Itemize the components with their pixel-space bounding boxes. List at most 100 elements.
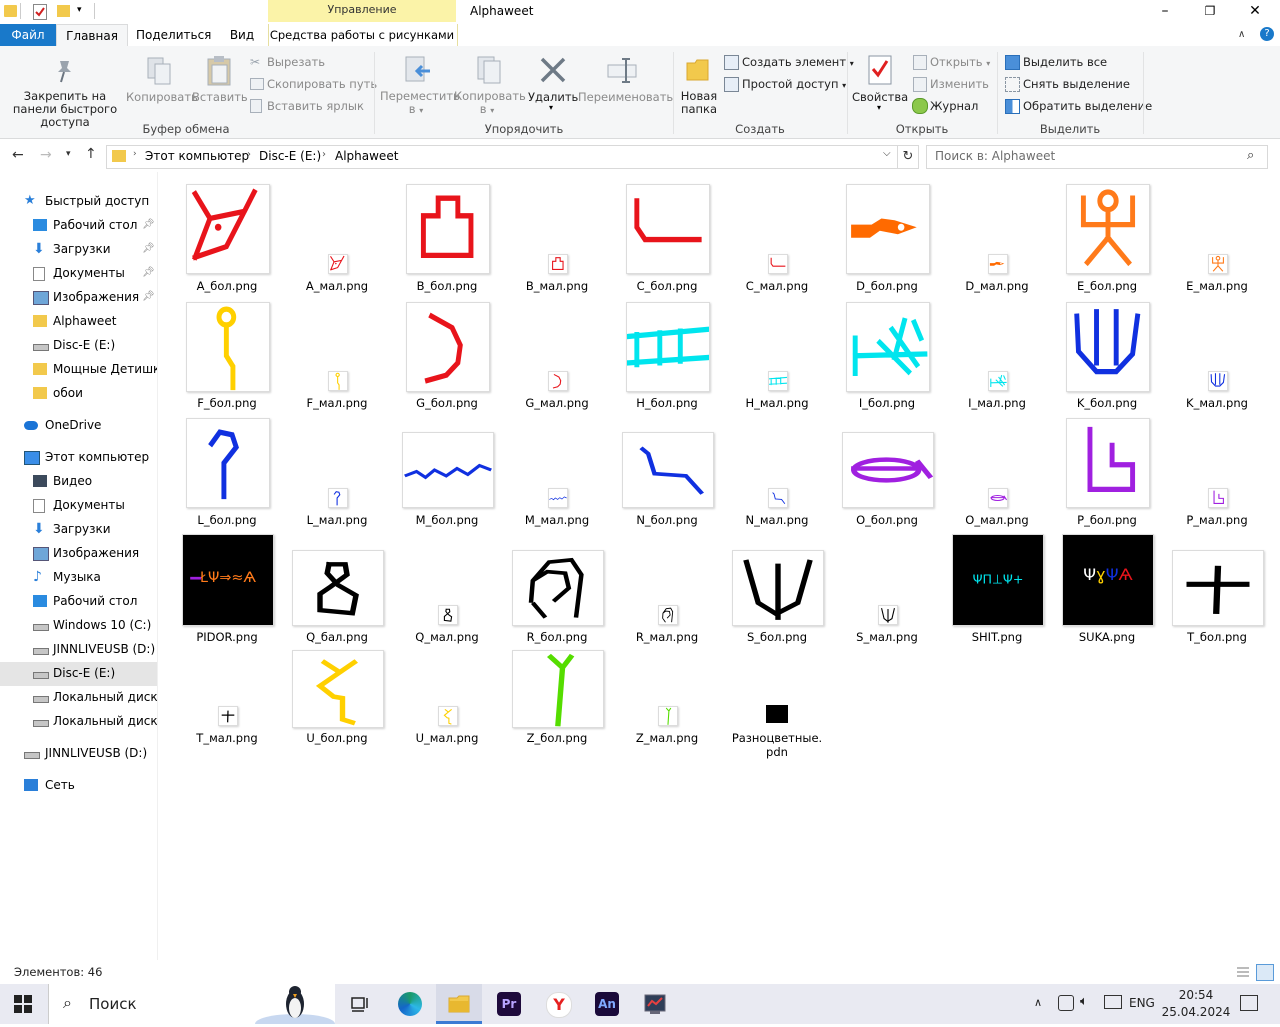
file-thumbnail[interactable] <box>548 488 568 508</box>
file-name[interactable]: H_бол.png <box>612 396 722 410</box>
file-thumbnail[interactable]: ΨɣΨѦ <box>1062 534 1154 626</box>
delete-button[interactable]: Удалить <box>528 90 578 104</box>
meet-now-icon[interactable] <box>1058 995 1074 1011</box>
tab-share[interactable]: Поделиться <box>136 24 211 46</box>
file-explorer-icon[interactable] <box>447 992 471 1016</box>
nav-item[interactable]: Windows 10 (C:) <box>0 614 157 636</box>
copy-button[interactable]: Копировать <box>126 90 198 104</box>
task-view-icon[interactable] <box>348 992 372 1016</box>
network-status-icon[interactable] <box>1104 995 1122 1009</box>
forward-arrow-icon[interactable]: → <box>40 147 52 163</box>
file-thumbnail[interactable] <box>658 605 678 625</box>
yandex-icon[interactable]: Y <box>546 992 572 1018</box>
maximize-button[interactable]: ❐ <box>1187 0 1233 24</box>
nav-item[interactable]: Рабочий стол 📌︎ <box>0 214 157 236</box>
help-icon[interactable]: ? <box>1260 27 1274 41</box>
nav-item[interactable]: Изображения 📌︎ <box>0 286 157 308</box>
file-name[interactable]: P_мал.png <box>1162 513 1272 527</box>
premiere-icon[interactable]: Pr <box>497 992 521 1016</box>
tab-file[interactable]: Файл <box>0 24 56 46</box>
nav-pane-divider[interactable] <box>157 172 158 960</box>
file-name[interactable]: Z_мал.png <box>612 731 722 745</box>
nav-item[interactable]: Disc-E (E:) <box>0 334 157 356</box>
file-name[interactable]: Z_бол.png <box>502 731 612 745</box>
file-thumbnail[interactable] <box>1208 254 1228 274</box>
refresh-icon[interactable]: ↻ <box>897 145 919 169</box>
file-name[interactable]: U_бол.png <box>282 731 392 745</box>
file-name[interactable]: N_бол.png <box>612 513 722 527</box>
file-name[interactable]: C_мал.png <box>722 279 832 293</box>
file-thumbnail[interactable] <box>768 488 788 508</box>
rename-button[interactable]: Переименовать <box>578 90 673 104</box>
file-name[interactable]: K_мал.png <box>1162 396 1272 410</box>
nav-item[interactable]: Локальный диск (I: <box>0 710 157 732</box>
language-indicator[interactable]: ENG <box>1129 996 1155 1010</box>
file-thumbnail[interactable] <box>512 650 604 728</box>
file-name[interactable]: C_бол.png <box>612 279 722 293</box>
file-thumbnail[interactable] <box>438 706 458 726</box>
nav-item[interactable]: JINNLIVEUSB (D:) <box>0 638 157 660</box>
qat-dropdown-icon[interactable]: ▾ <box>77 5 82 15</box>
nav-item[interactable]: Рабочий стол <box>0 590 157 612</box>
file-name[interactable]: SHIT.png <box>942 630 1052 644</box>
nav-item[interactable]: Документы 📌︎ <box>0 262 157 284</box>
file-name[interactable]: N_мал.png <box>722 513 832 527</box>
file-name[interactable]: P_бол.png <box>1052 513 1162 527</box>
file-thumbnail[interactable] <box>548 371 568 391</box>
back-arrow-icon[interactable]: ← <box>12 147 24 163</box>
nav-item[interactable]: Видео <box>0 470 157 492</box>
file-name[interactable]: SUKA.png <box>1052 630 1162 644</box>
file-name[interactable]: K_бол.png <box>1052 396 1162 410</box>
file-thumbnail[interactable] <box>218 706 238 726</box>
file-name[interactable]: A_бол.png <box>172 279 282 293</box>
file-name[interactable]: T_мал.png <box>172 731 282 745</box>
file-thumbnail[interactable] <box>766 705 788 723</box>
recent-locations-icon[interactable]: ▾ <box>66 149 71 159</box>
animate-icon[interactable]: An <box>595 992 619 1016</box>
tab-view[interactable]: Вид <box>222 24 262 46</box>
nav-item[interactable]: ♪ Музыка <box>0 566 157 588</box>
paste-shortcut-button[interactable]: Вставить ярлык <box>267 99 364 113</box>
notifications-icon[interactable] <box>1240 995 1258 1011</box>
nav-item[interactable]: ★ Быстрый доступ <box>0 190 157 212</box>
nav-item[interactable]: Мощные Детишки <box>0 358 157 380</box>
file-name[interactable]: I_бол.png <box>832 396 942 410</box>
file-thumbnail[interactable] <box>186 184 270 274</box>
file-thumbnail[interactable] <box>626 302 710 392</box>
edge-icon[interactable] <box>398 992 422 1016</box>
file-name[interactable]: L_мал.png <box>282 513 392 527</box>
file-thumbnail[interactable] <box>292 550 384 626</box>
file-name[interactable]: G_мал.png <box>502 396 612 410</box>
address-dropdown-icon[interactable]: ⌵ <box>883 148 891 159</box>
clock-date[interactable]: 25.04.2024 <box>1158 1005 1234 1019</box>
new-folder-icon[interactable] <box>57 5 70 17</box>
windows-start-icon[interactable] <box>14 995 32 1013</box>
delete-dropdown-icon[interactable]: ▾ <box>549 103 553 112</box>
file-name[interactable]: U_мал.png <box>392 731 502 745</box>
file-thumbnail[interactable] <box>1208 488 1228 508</box>
file-name[interactable]: M_бол.png <box>392 513 502 527</box>
nav-item[interactable]: Документы <box>0 494 157 516</box>
search-input[interactable]: Поиск в: Alphaweet ⌕ <box>926 145 1268 169</box>
nav-item[interactable]: Disc-E (E:) <box>0 662 157 684</box>
file-name[interactable]: E_бол.png <box>1052 279 1162 293</box>
file-thumbnail[interactable] <box>1208 371 1228 391</box>
file-name[interactable]: G_бол.png <box>392 396 502 410</box>
file-thumbnail[interactable] <box>658 706 678 726</box>
chevron-right-icon[interactable]: › <box>322 149 326 160</box>
nav-item[interactable]: ⬇ Загрузки 📌︎ <box>0 238 157 260</box>
easy-access-button[interactable]: Простой доступ ▾ <box>742 77 846 91</box>
properties-icon[interactable] <box>33 4 47 20</box>
file-thumbnail[interactable] <box>988 371 1008 391</box>
minimize-button[interactable]: – <box>1142 0 1188 24</box>
file-name[interactable]: S_мал.png <box>832 630 942 644</box>
file-name[interactable]: PIDOR.png <box>172 630 282 644</box>
tab-picture-tools[interactable]: Средства работы с рисунками <box>268 24 456 46</box>
file-name[interactable]: A_мал.png <box>282 279 392 293</box>
file-name[interactable]: I_мал.png <box>942 396 1052 410</box>
file-name[interactable]: Q_бал.png <box>282 630 392 644</box>
file-name[interactable]: Q_мал.png <box>392 630 502 644</box>
file-thumbnail[interactable] <box>1066 302 1150 392</box>
cut-button[interactable]: Вырезать <box>267 55 325 69</box>
file-thumbnail[interactable]: ŁΨ⇒≈Ѧ <box>182 534 274 626</box>
